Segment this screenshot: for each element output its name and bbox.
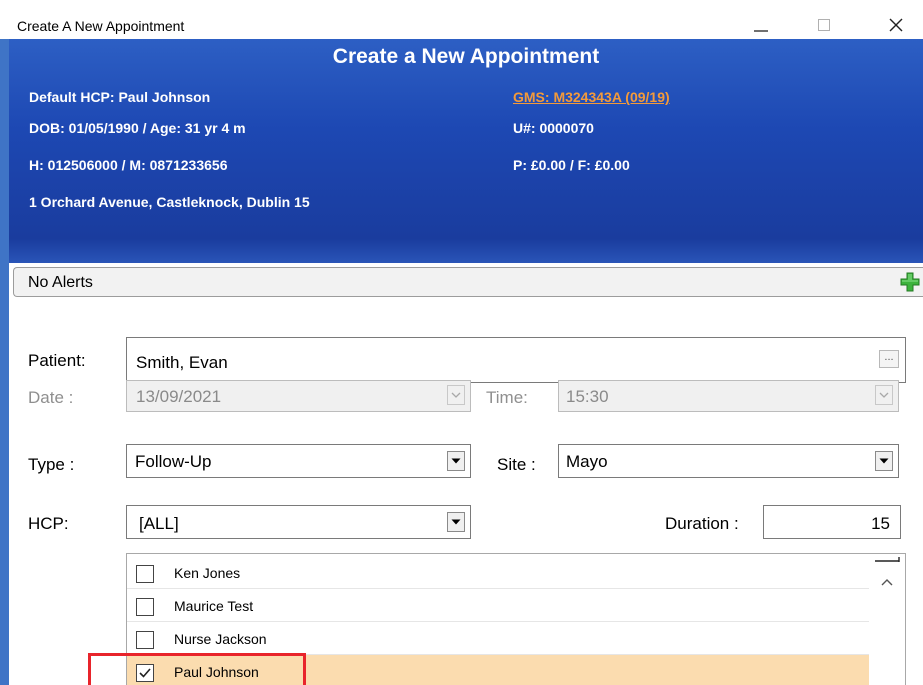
patient-banner: Create a New Appointment Default HCP: Pa… <box>9 39 923 263</box>
chevron-down-icon[interactable] <box>875 385 893 405</box>
hcp-name: Maurice Test <box>174 598 254 614</box>
banner-title: Create a New Appointment <box>332 45 600 68</box>
gms-link[interactable]: GMS: M324343A (09/19) <box>513 89 670 105</box>
type-label: Type : <box>28 455 75 474</box>
appointment-window: Create A New Appointment Create a New Ap… <box>0 0 923 685</box>
hcp-value: [ALL] <box>139 514 179 533</box>
green-plus-icon[interactable] <box>900 272 920 292</box>
highlight-box <box>88 653 306 685</box>
patient-browse-button[interactable]: ... <box>879 350 899 368</box>
patient-field[interactable]: Smith, Evan ... <box>126 337 906 383</box>
hcp-label: HCP: <box>28 514 69 533</box>
phone-numbers: H: 012506000 / M: 0871233656 <box>29 157 228 173</box>
duration-input[interactable]: 15 <box>763 505 901 539</box>
hcp-name: Nurse Jackson <box>174 631 267 647</box>
scroll-up-icon[interactable] <box>869 554 905 594</box>
type-value: Follow-Up <box>135 452 212 471</box>
list-item[interactable]: Nurse Jackson <box>127 622 869 655</box>
type-select[interactable]: Follow-Up <box>126 444 471 478</box>
chevron-down-icon[interactable] <box>447 512 465 532</box>
chevron-down-icon[interactable] <box>875 451 893 471</box>
payments: P: £0.00 / F: £0.00 <box>513 157 630 173</box>
default-hcp: Default HCP: Paul Johnson <box>29 89 211 105</box>
window-left-edge <box>0 39 9 685</box>
patient-value: Smith, Evan <box>136 353 228 372</box>
time-field[interactable]: 15:30 <box>558 380 899 412</box>
patient-label: Patient: <box>28 351 86 370</box>
time-value: 15:30 <box>566 387 609 406</box>
alerts-label: No Alerts <box>28 274 93 291</box>
unumber: U#: 0000070 <box>513 120 594 136</box>
site-value: Mayo <box>566 452 608 471</box>
list-item[interactable]: Maurice Test <box>127 589 869 622</box>
title-bar: Create A New Appointment <box>0 0 923 39</box>
address: 1 Orchard Avenue, Castleknock, Dublin 15 <box>29 194 310 210</box>
checkbox[interactable] <box>136 598 154 616</box>
duration-value: 15 <box>871 514 890 533</box>
minimize-icon[interactable] <box>738 12 784 38</box>
window-title: Create A New Appointment <box>17 18 185 34</box>
dob-age: DOB: 01/05/1990 / Age: 31 yr 4 m <box>29 120 246 136</box>
site-label: Site : <box>497 455 536 474</box>
chevron-down-icon[interactable] <box>447 385 465 405</box>
close-icon[interactable] <box>873 12 919 38</box>
duration-label: Duration : <box>665 514 739 533</box>
chevron-down-icon[interactable] <box>447 451 465 471</box>
alerts-bar[interactable]: No Alerts <box>13 267 923 297</box>
checkbox[interactable] <box>136 631 154 649</box>
date-field[interactable]: 13/09/2021 <box>126 380 471 412</box>
list-item[interactable]: Ken Jones <box>127 556 869 589</box>
checkbox[interactable] <box>136 565 154 583</box>
list-scrollbar[interactable] <box>869 554 905 685</box>
date-label: Date : <box>28 388 74 407</box>
hcp-select[interactable]: [ALL] <box>126 505 471 539</box>
date-value: 13/09/2021 <box>136 387 222 406</box>
hcp-name: Ken Jones <box>174 565 241 581</box>
site-select[interactable]: Mayo <box>558 444 899 478</box>
time-label: Time: <box>486 388 528 407</box>
maximize-icon[interactable] <box>801 12 847 38</box>
